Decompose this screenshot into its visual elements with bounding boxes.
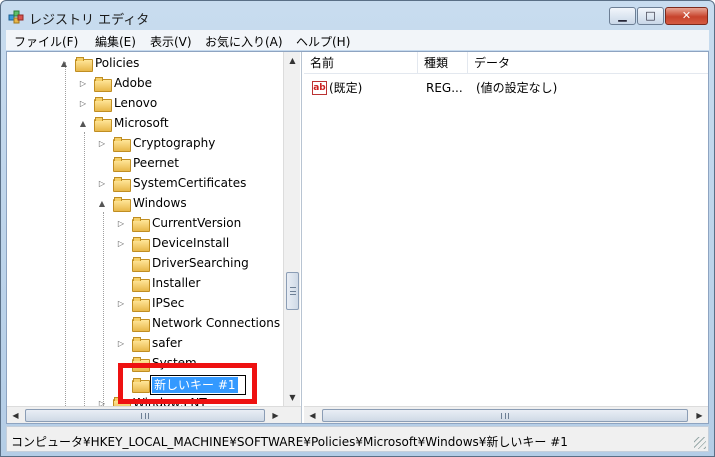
close-button[interactable]: ✕ [665, 7, 708, 25]
folder-icon [94, 76, 112, 92]
expand-icon[interactable]: ▷ [78, 79, 88, 88]
close-icon: ✕ [681, 9, 692, 22]
tree-item-driversearching[interactable]: DriverSearching [116, 253, 249, 273]
list-header: 名前 種類 データ [304, 52, 708, 74]
column-header-type[interactable]: 種類 [418, 52, 468, 74]
folder-icon [132, 296, 150, 312]
scroll-left-icon[interactable]: ◀ [7, 407, 24, 423]
column-header-data[interactable]: データ [468, 52, 708, 74]
scroll-right-icon[interactable]: ▶ [267, 407, 284, 423]
folder-icon [132, 336, 150, 352]
folder-icon [113, 176, 131, 192]
main-content: ▲ Policies ▷ Adobe ▷ Lenovo ▲ Microsoft ▷ Cry… [6, 51, 709, 424]
scroll-down-icon[interactable]: ▼ [284, 389, 301, 406]
scroll-left-icon[interactable]: ◀ [304, 407, 321, 423]
value-data: (値の設定なし) [476, 81, 558, 95]
folder-icon [113, 196, 131, 212]
minimize-button[interactable]: ▁ [609, 7, 636, 25]
collapse-icon[interactable]: ▲ [78, 119, 88, 128]
folder-icon [132, 276, 150, 292]
tree-vertical-scroll-thumb[interactable] [286, 272, 299, 310]
collapse-icon[interactable]: ▲ [97, 199, 107, 208]
tree-item-network-connections[interactable]: Network Connections [116, 313, 280, 333]
folder-icon [132, 236, 150, 252]
expand-icon[interactable]: ▷ [97, 179, 107, 188]
folder-icon [132, 316, 150, 332]
folder-icon [94, 96, 112, 112]
tree-item-peernet[interactable]: Peernet [97, 153, 179, 173]
menu-edit[interactable]: 編集(E) [95, 33, 136, 50]
tree-item-windows[interactable]: ▲ Windows [97, 193, 187, 213]
tree-item-adobe[interactable]: ▷ Adobe [78, 73, 152, 93]
tree-item-deviceinstall[interactable]: ▷ DeviceInstall [116, 233, 229, 253]
tree-guide-line [103, 212, 104, 422]
resize-grip-icon[interactable] [694, 437, 706, 449]
menu-view[interactable]: 表示(V) [150, 33, 192, 50]
tree-guide-line [65, 62, 66, 422]
folder-icon [113, 136, 131, 152]
expand-icon[interactable]: ▷ [116, 339, 126, 348]
tree-horizontal-scroll-thumb[interactable] [25, 409, 265, 422]
expand-icon[interactable]: ▷ [116, 239, 126, 248]
registry-editor-icon [8, 10, 24, 24]
tree-vertical-scrollbar[interactable]: ▲ ▼ [283, 52, 300, 406]
collapse-icon[interactable]: ▲ [59, 59, 69, 68]
minimize-icon: ▁ [618, 9, 627, 22]
expand-icon[interactable]: ▷ [97, 139, 107, 148]
key-tree[interactable]: ▲ Policies ▷ Adobe ▷ Lenovo ▲ Microsoft ▷ Cry… [7, 52, 302, 423]
tree-item-installer[interactable]: Installer [116, 273, 200, 293]
tree-item-ipsec[interactable]: ▷ IPSec [116, 293, 184, 313]
maximize-icon: □ [645, 9, 656, 22]
value-list[interactable]: 名前 種類 データ ab (既定) REG... (値の設定なし) ◀ ▶ [304, 52, 708, 423]
tree-item-safer[interactable]: ▷ safer [116, 333, 182, 353]
menu-file[interactable]: ファイル(F) [14, 33, 78, 50]
list-horizontal-scrollbar[interactable]: ◀ ▶ [304, 406, 708, 423]
maximize-button[interactable]: □ [637, 7, 664, 25]
column-header-name[interactable]: 名前 [304, 52, 418, 74]
window-title: レジストリ エディタ [29, 13, 150, 28]
tree-item-systemcertificates[interactable]: ▷ SystemCertificates [97, 173, 246, 193]
expand-icon[interactable]: ▷ [116, 299, 126, 308]
scroll-right-icon[interactable]: ▶ [691, 407, 708, 423]
expand-icon[interactable]: ▷ [78, 99, 88, 108]
list-horizontal-scroll-thumb[interactable] [322, 409, 688, 422]
menu-help[interactable]: ヘルプ(H) [296, 33, 350, 50]
scroll-up-icon[interactable]: ▲ [284, 52, 301, 69]
tree-horizontal-scrollbar[interactable]: ◀ ▶ [7, 406, 301, 423]
folder-icon [113, 156, 131, 172]
folder-icon [94, 116, 112, 132]
menu-favorites[interactable]: お気に入り(A) [205, 33, 283, 50]
value-name: (既定) [329, 81, 363, 95]
folder-icon [132, 216, 150, 232]
string-value-icon: ab [312, 81, 327, 95]
menu-bar: ファイル(F) 編集(E) 表示(V) お気に入り(A) ヘルプ(H) [6, 30, 709, 50]
tree-guide-line [84, 132, 85, 422]
status-path: コンピュータ¥HKEY_LOCAL_MACHINE¥SOFTWARE¥Polic… [11, 435, 568, 449]
tree-item-policies[interactable]: ▲ Policies [59, 53, 139, 73]
list-item[interactable]: ab (既定) REG... (値の設定なし) [304, 78, 708, 98]
status-bar: コンピュータ¥HKEY_LOCAL_MACHINE¥SOFTWARE¥Polic… [6, 426, 709, 452]
title-bar[interactable]: レジストリ エディタ ▁ □ ✕ [1, 1, 714, 31]
folder-icon [75, 56, 93, 72]
tree-item-microsoft[interactable]: ▲ Microsoft [78, 113, 169, 133]
tree-item-cryptography[interactable]: ▷ Cryptography [97, 133, 215, 153]
registry-editor-window: レジストリ エディタ ▁ □ ✕ ファイル(F) 編集(E) 表示(V) お気に… [0, 0, 715, 457]
annotation-highlight-box [118, 363, 257, 404]
tree-item-currentversion[interactable]: ▷ CurrentVersion [116, 213, 241, 233]
tree-item-lenovo[interactable]: ▷ Lenovo [78, 93, 157, 113]
value-type: REG... [426, 81, 463, 95]
folder-icon [132, 256, 150, 272]
expand-icon[interactable]: ▷ [116, 219, 126, 228]
